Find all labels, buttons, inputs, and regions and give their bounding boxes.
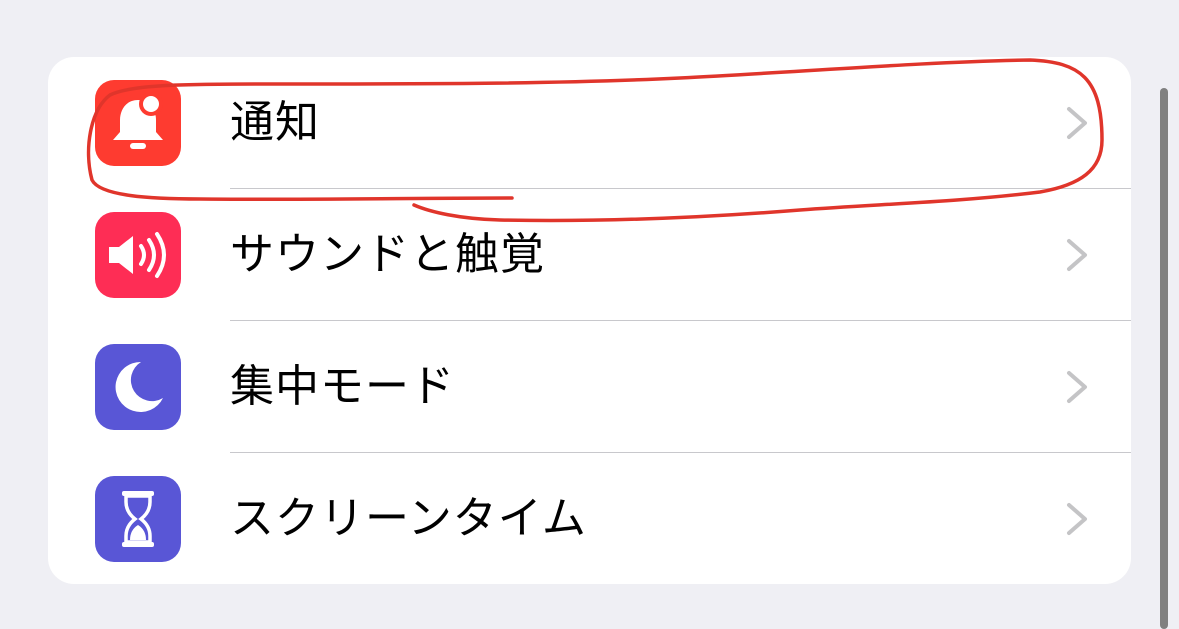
settings-row-label: サウンドと触覚 (230, 229, 545, 280)
settings-row-sounds[interactable]: サウンドと触覚 (48, 189, 1131, 321)
settings-row-label: 集中モード (230, 361, 455, 412)
speaker-icon (95, 212, 181, 298)
settings-group: 通知 サウンドと触覚 集中モード スクリーンタイム (48, 57, 1131, 584)
settings-row-label: スクリーンタイム (230, 493, 587, 544)
settings-row-screen-time[interactable]: スクリーンタイム (48, 453, 1131, 584)
chevron-right-icon (1067, 107, 1087, 139)
settings-row-focus[interactable]: 集中モード (48, 321, 1131, 453)
hourglass-icon (95, 476, 181, 562)
chevron-right-icon (1067, 371, 1087, 403)
chevron-right-icon (1067, 503, 1087, 535)
settings-screen: 通知 サウンドと触覚 集中モード スクリーンタイム (0, 0, 1179, 629)
moon-icon (95, 344, 181, 430)
bell-badge-icon (95, 80, 181, 166)
settings-row-notifications[interactable]: 通知 (48, 57, 1131, 189)
scrollbar[interactable] (1160, 88, 1168, 629)
chevron-right-icon (1067, 239, 1087, 271)
settings-row-label: 通知 (230, 97, 320, 148)
